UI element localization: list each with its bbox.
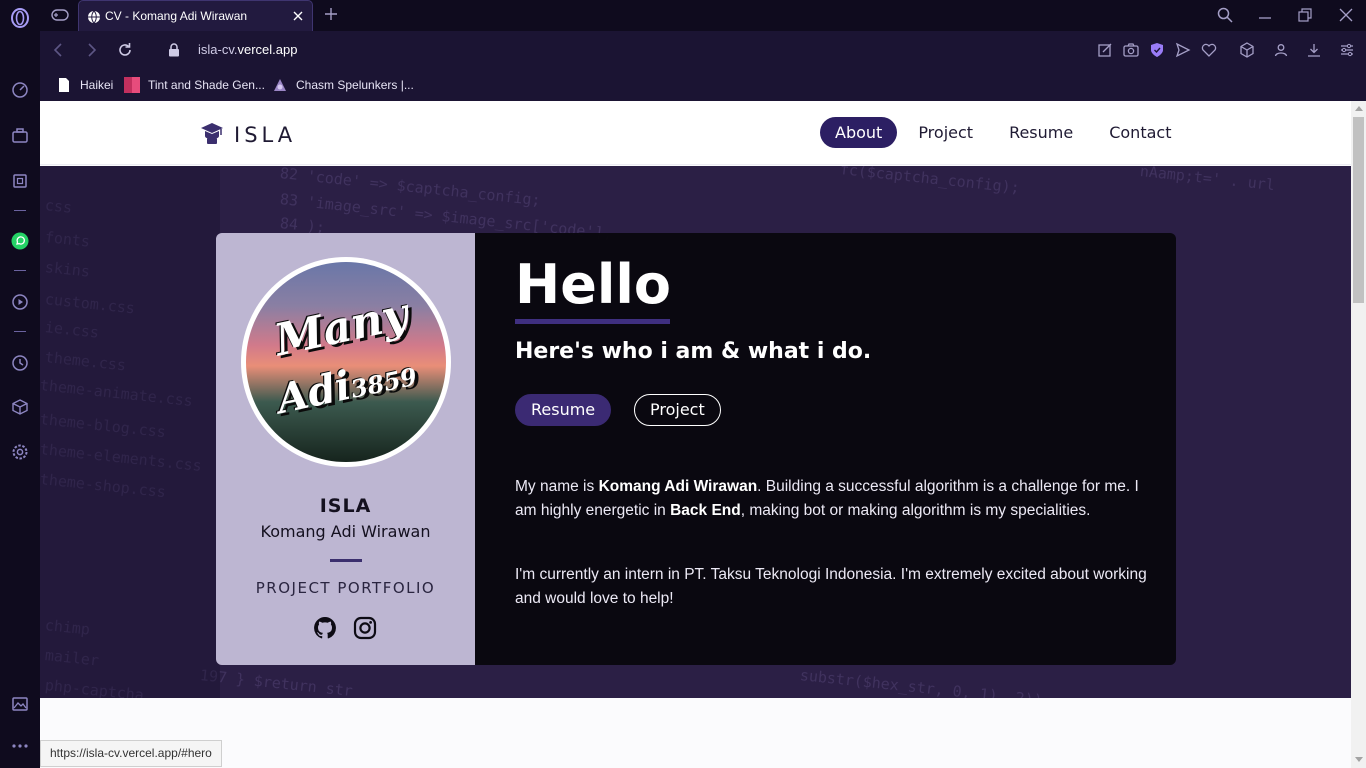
page-scrollbar[interactable]: [1351, 101, 1366, 768]
web-page: ISLA About Project Resume Contact 82 'co…: [40, 101, 1351, 768]
scroll-down-arrow-icon[interactable]: [1355, 757, 1363, 762]
workspace-icon[interactable]: [10, 126, 30, 146]
palette-icon: [124, 77, 140, 93]
status-bar-url: https://isla-cv.vercel.app/#hero: [40, 740, 222, 767]
avatar: Many Adi3859: [241, 257, 451, 467]
whatsapp-icon[interactable]: [10, 231, 30, 251]
profile-name: ISLA: [319, 495, 372, 517]
project-button[interactable]: Project: [634, 394, 721, 426]
snapshot-edit-icon[interactable]: [1096, 41, 1114, 59]
sidebar-separator: [14, 210, 26, 211]
address-bar: isla-cv.vercel.app: [40, 31, 1366, 69]
profile-card: Many Adi3859 ISLA Komang Adi Wirawan PRO…: [216, 233, 1176, 665]
send-icon[interactable]: [1174, 41, 1192, 59]
sidebar-separator: [14, 270, 26, 271]
history-icon[interactable]: [10, 353, 30, 373]
nav-about[interactable]: About: [820, 117, 898, 148]
close-window-icon[interactable]: [1337, 6, 1355, 24]
instagram-icon[interactable]: [353, 616, 377, 640]
background-shade: [40, 166, 220, 698]
reload-icon[interactable]: [116, 41, 134, 59]
opera-logo-icon[interactable]: [10, 8, 30, 28]
restore-window-icon[interactable]: [1296, 6, 1314, 24]
site-header: ISLA About Project Resume Contact: [40, 101, 1351, 165]
tab-strip: CV - Komang Adi Wirawan: [40, 0, 1366, 31]
camera-icon[interactable]: [1122, 41, 1140, 59]
back-arrow-icon[interactable]: [50, 41, 68, 59]
download-icon[interactable]: [1305, 41, 1323, 59]
bookmark-chasm[interactable]: Chasm Spelunkers |...: [272, 76, 414, 94]
heading-underline: [515, 319, 670, 324]
profile-divider: [330, 559, 362, 562]
extensions-cube-icon[interactable]: [10, 397, 30, 417]
speed-dial-icon[interactable]: [10, 80, 30, 100]
resume-button[interactable]: Resume: [515, 394, 612, 426]
sidebar-separator: [14, 331, 26, 332]
player-icon[interactable]: [10, 292, 30, 312]
hero-heading: Hello: [515, 253, 671, 316]
profile-full-name: Komang Adi Wirawan: [260, 522, 431, 541]
document-icon: [56, 77, 72, 93]
browser-sidebar: [0, 0, 40, 768]
about-paragraph-1: My name is Komang Adi Wirawan. Building …: [515, 478, 1139, 519]
avatar-image: Many Adi3859: [246, 262, 446, 462]
gamepad-icon[interactable]: [48, 5, 72, 25]
search-tabs-icon[interactable]: [1216, 6, 1234, 24]
bookmark-tint-shade[interactable]: Tint and Shade Gen...: [124, 76, 265, 94]
profile-role: PROJECT PORTFOLIO: [255, 579, 436, 597]
gx-control-icon[interactable]: [10, 171, 30, 191]
more-dots-icon[interactable]: [10, 736, 30, 756]
cube-icon[interactable]: [1238, 41, 1256, 59]
settings-gear-icon[interactable]: [10, 442, 30, 462]
site-nav: About Project Resume Contact: [820, 117, 1192, 148]
hero-section: 82 'code' => $captcha_config; 83 'image_…: [40, 166, 1351, 698]
heart-icon[interactable]: [1200, 41, 1218, 59]
graduation-cap-icon: [200, 121, 224, 149]
bookmark-haikei[interactable]: Haikei: [56, 76, 113, 94]
profile-content: Hello Here's who i am & what i do. Resum…: [475, 233, 1176, 665]
hero-subheading: Here's who i am & what i do.: [515, 339, 872, 364]
profile-icon[interactable]: [1272, 41, 1290, 59]
github-icon[interactable]: [313, 616, 337, 640]
forward-arrow-icon[interactable]: [82, 41, 100, 59]
tab-title: CV - Komang Adi Wirawan: [105, 9, 248, 23]
url-field[interactable]: isla-cv.vercel.app: [198, 42, 297, 57]
globe-icon: [87, 9, 101, 24]
game-icon: [272, 77, 288, 93]
easy-setup-icon[interactable]: [1338, 41, 1356, 59]
brand-name: ISLA: [234, 123, 297, 147]
bookmarks-bar: Haikei Tint and Shade Gen... Chasm Spelu…: [40, 69, 1366, 101]
scroll-up-arrow-icon[interactable]: [1355, 106, 1363, 111]
nav-contact[interactable]: Contact: [1094, 117, 1186, 148]
close-tab-icon[interactable]: [290, 8, 306, 24]
scrollbar-thumb[interactable]: [1353, 117, 1364, 303]
minimize-icon[interactable]: [1256, 6, 1274, 24]
about-paragraph-2: I'm currently an intern in PT. Taksu Tek…: [515, 566, 1147, 607]
new-tab-plus-icon[interactable]: [322, 5, 340, 23]
site-logo[interactable]: ISLA: [200, 121, 296, 149]
nav-project[interactable]: Project: [903, 117, 988, 148]
lock-icon[interactable]: [168, 42, 180, 57]
gallery-icon[interactable]: [10, 694, 30, 714]
tab-active[interactable]: CV - Komang Adi Wirawan: [78, 0, 313, 31]
shield-icon[interactable]: [1148, 41, 1166, 59]
social-links: [313, 616, 377, 640]
profile-sidebar: Many Adi3859 ISLA Komang Adi Wirawan PRO…: [216, 233, 475, 665]
nav-resume[interactable]: Resume: [994, 117, 1088, 148]
